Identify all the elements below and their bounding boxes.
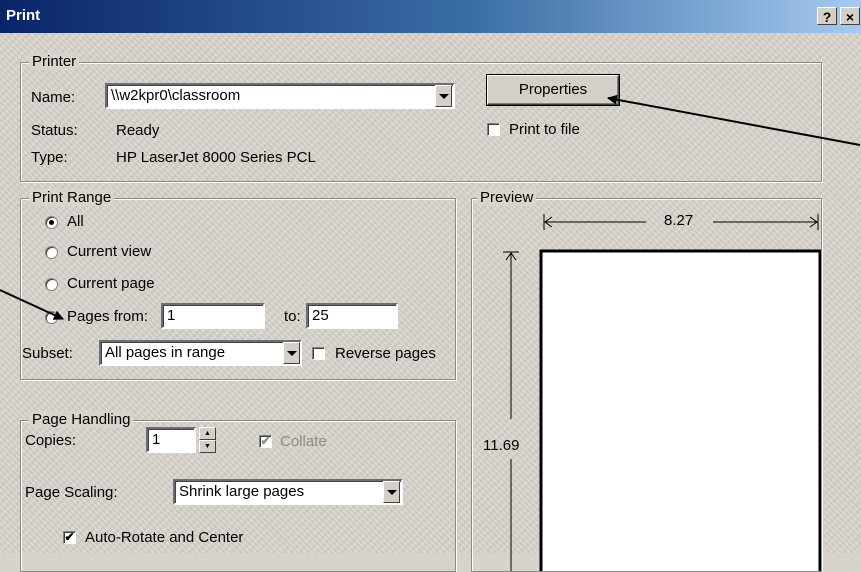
print-dialog: Print ? × Printer Name: \\w2kpr0\classro…: [0, 0, 861, 572]
annotation-arrow-pages-from: [0, 289, 64, 320]
annotation-overlay: [0, 94, 861, 320]
annotation-arrow-properties: [607, 94, 861, 146]
